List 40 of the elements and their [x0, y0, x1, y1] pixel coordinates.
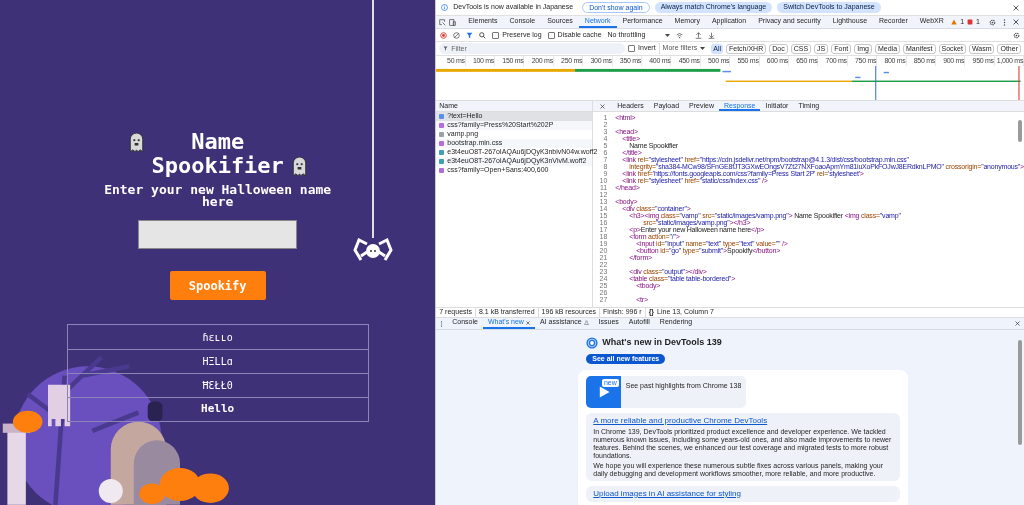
chrome-devtools-logo — [586, 336, 599, 349]
table-cell-text: ɦɛʟʟօ — [201, 330, 234, 345]
device-toolbar-icon[interactable] — [449, 18, 457, 26]
download-icon[interactable] — [708, 31, 716, 39]
info-icon — [441, 4, 449, 11]
inspect-icon[interactable] — [439, 18, 447, 26]
article-link[interactable]: A more reliable and productive Chrome DevTools — [593, 415, 894, 426]
error-icon — [967, 19, 974, 25]
close-icon[interactable] — [525, 320, 530, 325]
close-icon[interactable] — [600, 103, 606, 109]
more-options-icon[interactable] — [1003, 18, 1006, 26]
ghost-icon — [128, 133, 144, 153]
upload-icon[interactable] — [695, 31, 703, 39]
more-options-icon[interactable] — [440, 320, 444, 327]
table-cell: HΞLLɑ — [67, 349, 368, 373]
scrollbar[interactable] — [1018, 340, 1022, 445]
close-icon[interactable] — [1013, 4, 1019, 11]
search-icon[interactable] — [479, 31, 487, 39]
close-icon[interactable] — [1013, 19, 1019, 25]
prompt-text: Enter your new Halloween name here — [103, 184, 333, 208]
filter-icon[interactable] — [466, 31, 474, 39]
filter-icon — [443, 46, 449, 51]
name-input-field[interactable] — [138, 220, 298, 249]
settings-icon[interactable] — [1013, 31, 1020, 39]
network-conditions-icon[interactable] — [676, 31, 684, 39]
settings-icon[interactable] — [989, 18, 996, 26]
caret-icon — [665, 33, 671, 37]
scrollbar[interactable] — [1018, 120, 1022, 142]
drawer-title: What's new in DevTools 139 — [602, 336, 722, 349]
article-link[interactable]: Upload images in AI assistance for styling — [593, 488, 894, 499]
record-stop-icon[interactable] — [440, 31, 448, 39]
caret-icon — [700, 47, 706, 50]
clear-icon[interactable] — [453, 31, 461, 39]
close-icon[interactable] — [1015, 321, 1020, 326]
table-cell: ĦƐŁŁ0 — [67, 373, 368, 397]
warning-icon — [951, 19, 958, 25]
flask-icon — [583, 320, 589, 325]
page-heading: Name Spookifier — [150, 130, 285, 178]
ghost-icon — [291, 157, 307, 177]
table-cell: Hello — [67, 397, 368, 421]
